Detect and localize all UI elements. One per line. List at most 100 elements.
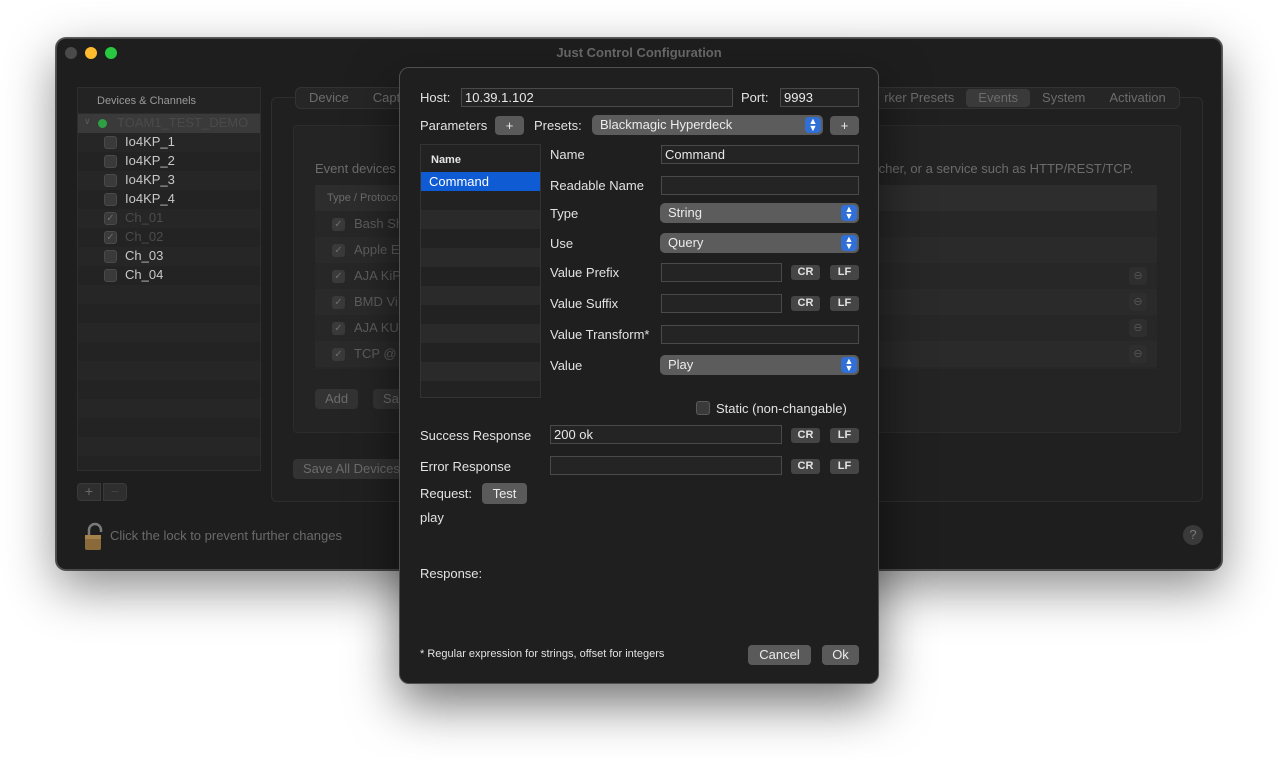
use-popup[interactable]: Query ▲ ▼	[660, 233, 859, 253]
error-lf-button[interactable]: LF	[830, 459, 859, 474]
tab-device[interactable]: Device	[297, 89, 361, 107]
footnote: * Regular expression for strings, offset…	[420, 648, 665, 660]
sidebar-group-row[interactable]: ∨ TOAM1_TEST_DEMO	[78, 114, 260, 133]
use-popup-value: Query	[668, 235, 704, 250]
port-field[interactable]: 9993	[780, 88, 859, 107]
value-suffix-lf-button[interactable]: LF	[830, 296, 859, 311]
sidebar-item[interactable]: ✓ Ch_02	[78, 228, 260, 247]
value-popup-value: Play	[668, 357, 694, 372]
sidebar-empty-row	[78, 437, 260, 456]
readable-name-label: Readable Name	[550, 178, 644, 193]
sidebar-item[interactable]: Io4KP_1	[78, 133, 260, 152]
sidebar-item-label: Io4KP_2	[125, 153, 175, 168]
sidebar-item-checkbox[interactable]	[104, 193, 117, 206]
readable-name-field[interactable]	[661, 176, 859, 195]
event-name: Bash Sh	[354, 216, 404, 231]
value-prefix-field[interactable]	[661, 263, 782, 282]
sidebar-header: Devices & Channels	[78, 88, 260, 114]
event-enabled-checkbox[interactable]: ✓	[332, 322, 345, 335]
sidebar-item-checkbox[interactable]	[104, 136, 117, 149]
sidebar-item[interactable]: Io4KP_3	[78, 171, 260, 190]
updown-chevron-icon: ▲ ▼	[841, 205, 857, 221]
sidebar-item-label: Io4KP_1	[125, 134, 175, 149]
sidebar-item-checkbox[interactable]	[104, 155, 117, 168]
request-label: Request:	[420, 486, 473, 501]
help-button[interactable]: ?	[1183, 525, 1203, 545]
tab-events[interactable]: Events	[966, 89, 1031, 107]
success-response-field[interactable]: 200 ok	[550, 425, 782, 444]
parameter-empty-row	[421, 381, 540, 400]
remove-device-button[interactable]: −	[103, 483, 127, 501]
presets-label: Presets:	[534, 118, 582, 133]
value-prefix-cr-button[interactable]: CR	[791, 265, 820, 280]
add-device-button[interactable]: +	[77, 483, 101, 501]
remove-event-icon[interactable]: ⊖	[1129, 319, 1147, 337]
save-all-devices-button[interactable]: Save All Devices	[293, 459, 410, 479]
sidebar-item-label: Io4KP_3	[125, 172, 175, 187]
success-lf-button[interactable]: LF	[830, 428, 859, 443]
add-event-button[interactable]: Add	[315, 389, 359, 409]
event-enabled-checkbox[interactable]: ✓	[332, 270, 345, 283]
value-transform-label: Value Transform*	[550, 327, 650, 342]
sidebar-empty-row	[78, 418, 260, 437]
parameter-empty-row	[421, 286, 540, 305]
sidebar-item-checkbox[interactable]	[104, 269, 117, 282]
event-enabled-checkbox[interactable]: ✓	[332, 348, 345, 361]
presets-popup[interactable]: Blackmagic Hyperdeck ▲ ▼	[592, 115, 823, 135]
success-cr-button[interactable]: CR	[791, 428, 820, 443]
value-suffix-field[interactable]	[661, 294, 782, 313]
lock-icon[interactable]	[83, 521, 107, 553]
static-checkbox[interactable]	[696, 401, 710, 415]
value-suffix-cr-button[interactable]: CR	[791, 296, 820, 311]
tab-marker-presets[interactable]: rker Presets	[872, 89, 966, 107]
value-transform-field[interactable]	[661, 325, 859, 344]
sidebar-group-label: TOAM1_TEST_DEMO	[117, 115, 249, 130]
parameter-empty-row	[421, 267, 540, 286]
error-cr-button[interactable]: CR	[791, 459, 820, 474]
event-name: Apple E	[354, 242, 400, 257]
event-enabled-checkbox[interactable]: ✓	[332, 244, 345, 257]
type-popup-value: String	[668, 205, 702, 220]
error-response-field[interactable]	[550, 456, 782, 475]
sidebar-item[interactable]: Io4KP_4	[78, 190, 260, 209]
host-field[interactable]: 10.39.1.102	[461, 88, 733, 107]
sidebar-item[interactable]: ✓ Ch_01	[78, 209, 260, 228]
sidebar-item-checkbox[interactable]: ✓	[104, 231, 117, 244]
cancel-button[interactable]: Cancel	[748, 645, 811, 665]
type-label: Type	[550, 206, 579, 221]
event-enabled-checkbox[interactable]: ✓	[332, 296, 345, 309]
remove-event-icon[interactable]: ⊖	[1129, 293, 1147, 311]
add-parameter-button[interactable]: +	[495, 116, 524, 135]
error-response-label: Error Response	[420, 459, 512, 474]
parameter-empty-row	[421, 305, 540, 324]
sidebar-item-checkbox[interactable]: ✓	[104, 212, 117, 225]
test-button[interactable]: Test	[482, 483, 527, 504]
parameter-empty-row	[421, 229, 540, 248]
type-popup[interactable]: String ▲ ▼	[660, 203, 859, 223]
add-preset-button[interactable]: +	[830, 116, 859, 135]
parameter-empty-row	[421, 191, 540, 210]
value-popup[interactable]: Play ▲ ▼	[660, 355, 859, 375]
tab-activation[interactable]: Activation	[1097, 89, 1177, 107]
sidebar-item[interactable]: Ch_04	[78, 266, 260, 285]
remove-event-icon[interactable]: ⊖	[1129, 345, 1147, 363]
ok-button[interactable]: Ok	[822, 645, 859, 665]
sidebar-item[interactable]: Ch_03	[78, 247, 260, 266]
parameter-row[interactable]: Command	[421, 172, 540, 191]
sidebar-item-checkbox[interactable]	[104, 250, 117, 263]
parameter-empty-row	[421, 362, 540, 381]
sidebar-item-label: Ch_04	[125, 267, 164, 282]
name-field[interactable]: Command	[661, 145, 859, 164]
remove-event-icon[interactable]: ⊖	[1129, 267, 1147, 285]
event-name: AJA KiP	[354, 268, 401, 283]
sidebar-item-label: Ch_03	[125, 248, 164, 263]
sidebar-item[interactable]: Io4KP_2	[78, 152, 260, 171]
port-label: Port:	[741, 90, 769, 105]
value-prefix-lf-button[interactable]: LF	[830, 265, 859, 280]
event-enabled-checkbox[interactable]: ✓	[332, 218, 345, 231]
disclosure-chevron-icon[interactable]: ∨	[84, 116, 91, 127]
status-dot-icon	[98, 119, 107, 128]
tab-system[interactable]: System	[1030, 89, 1097, 107]
sidebar-item-checkbox[interactable]	[104, 174, 117, 187]
static-label: Static (non-changable)	[716, 401, 847, 416]
